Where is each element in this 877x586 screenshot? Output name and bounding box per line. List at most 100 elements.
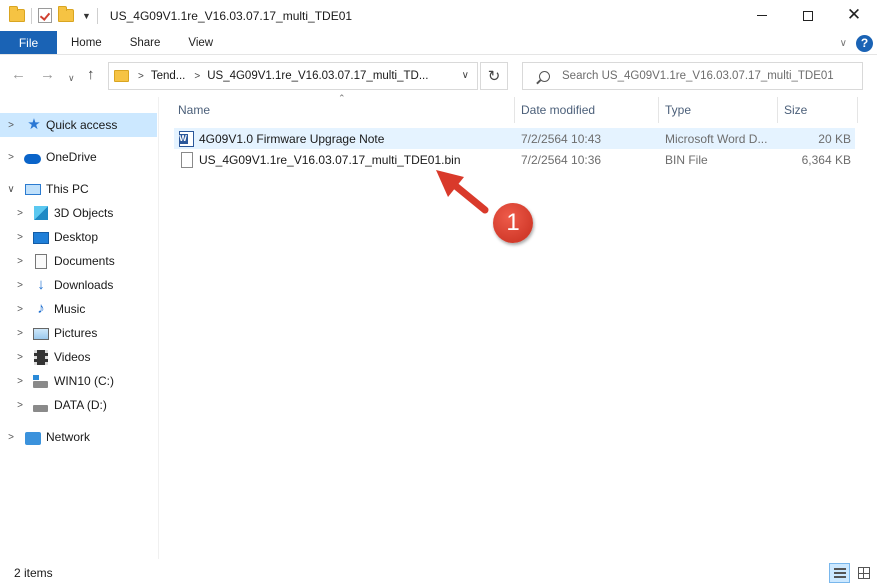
chevron-right-icon[interactable]: > xyxy=(14,376,26,387)
window-title: US_4G09V1.1re_V16.03.07.17_multi_TDE01 xyxy=(109,8,353,23)
tab-file[interactable]: File xyxy=(0,31,57,54)
minimize-icon xyxy=(757,15,767,16)
sidebar-item-desktop[interactable]: > Desktop xyxy=(0,225,157,249)
sidebar-item-this-pc[interactable]: ∨ This PC xyxy=(0,177,157,201)
chevron-down-icon[interactable]: ∨ xyxy=(5,184,17,195)
file-name: 4G09V1.0 Firmware Upgrage Note xyxy=(199,131,385,146)
chevron-right-icon[interactable]: > xyxy=(194,71,200,82)
address-bar[interactable]: > Tend... > US_4G09V1.1re_V16.03.07.17_m… xyxy=(108,62,478,90)
desktop-icon xyxy=(33,232,49,244)
chevron-right-icon[interactable]: > xyxy=(14,328,26,339)
file-type: Microsoft Word D... xyxy=(665,131,768,146)
search-placeholder: Search US_4G09V1.1re_V16.03.07.17_multi_… xyxy=(562,70,834,82)
tab-share[interactable]: Share xyxy=(116,31,175,54)
large-icons-view-button[interactable] xyxy=(853,563,874,583)
refresh-icon: ↻ xyxy=(487,67,501,85)
file-row[interactable]: 4G09V1.0 Firmware Upgrage Note 7/2/2564 … xyxy=(174,128,855,149)
sidebar-item-downloads[interactable]: > ↓ Downloads xyxy=(0,273,157,297)
column-divider[interactable] xyxy=(658,97,659,123)
chevron-right-icon[interactable]: > xyxy=(14,256,26,267)
sidebar-item-win10-drive[interactable]: > WIN10 (C:) xyxy=(0,369,157,393)
tab-view[interactable]: View xyxy=(174,31,227,54)
chevron-right-icon[interactable]: > xyxy=(5,120,17,131)
sidebar-item-label: Network xyxy=(46,430,91,444)
column-divider[interactable] xyxy=(777,97,778,123)
tab-home[interactable]: Home xyxy=(57,31,116,54)
help-icon[interactable]: ? xyxy=(856,34,873,52)
column-header-name[interactable]: Name xyxy=(178,97,513,123)
back-arrow-icon[interactable]: ← xyxy=(11,67,26,83)
details-view-icon xyxy=(833,568,846,578)
customize-toolbar-icon[interactable]: ▼ xyxy=(82,11,91,21)
sidebar-item-label: DATA (D:) xyxy=(54,398,107,412)
sidebar-item-label: Quick access xyxy=(46,118,118,132)
sidebar-item-videos[interactable]: > Videos xyxy=(0,345,157,369)
address-row: ← → ∨ ↑ > Tend... > US_4G09V1.1re_V16.03… xyxy=(0,55,877,97)
sidebar-item-label: Desktop xyxy=(54,230,99,244)
search-icon xyxy=(539,70,550,82)
sidebar-item-music[interactable]: > ♪ Music xyxy=(0,297,157,321)
window-controls: ✕ xyxy=(739,0,877,31)
document-icon xyxy=(35,253,47,269)
title-bar: ▼ US_4G09V1.1re_V16.03.07.17_multi_TDE01… xyxy=(0,0,877,31)
sidebar-item-data-drive[interactable]: > DATA (D:) xyxy=(0,393,157,417)
toolbar-separator xyxy=(96,7,98,24)
close-button[interactable]: ✕ xyxy=(831,0,877,31)
cube-icon xyxy=(34,206,48,220)
chevron-right-icon[interactable]: > xyxy=(5,152,17,163)
chevron-right-icon[interactable]: > xyxy=(14,400,26,411)
sidebar-item-label: This PC xyxy=(46,182,89,196)
file-icon-cell xyxy=(179,149,197,170)
details-view-button[interactable] xyxy=(829,563,850,583)
network-icon xyxy=(25,431,41,445)
address-dropdown-icon[interactable]: ∨ xyxy=(462,70,469,81)
download-icon: ↓ xyxy=(37,276,45,293)
column-divider[interactable] xyxy=(857,97,858,123)
sidebar-item-documents[interactable]: > Documents xyxy=(0,249,157,273)
file-row[interactable]: US_4G09V1.1re_V16.03.07.17_multi_TDE01.b… xyxy=(174,149,855,170)
column-header-date[interactable]: Date modified xyxy=(521,97,656,123)
chevron-right-icon[interactable]: > xyxy=(14,304,26,315)
refresh-button[interactable]: ↻ xyxy=(480,62,508,90)
sidebar-item-label: Videos xyxy=(54,350,91,364)
annotation-arrow xyxy=(436,170,489,214)
chevron-right-icon[interactable]: > xyxy=(138,71,144,82)
file-icon xyxy=(181,151,193,168)
chevron-right-icon[interactable]: > xyxy=(14,352,26,363)
sidebar-item-3d-objects[interactable]: > 3D Objects xyxy=(0,201,157,225)
up-arrow-icon[interactable]: ↑ xyxy=(87,67,95,83)
file-size: 20 KB xyxy=(818,131,851,146)
sidebar-item-quick-access[interactable]: > ★ Quick access xyxy=(0,113,157,137)
sidebar-item-label: OneDrive xyxy=(46,150,97,164)
quick-access-toolbar: ▼ xyxy=(0,6,98,24)
system-drive-icon xyxy=(33,375,48,388)
search-input[interactable]: Search US_4G09V1.1re_V16.03.07.17_multi_… xyxy=(522,62,863,90)
maximize-button[interactable] xyxy=(785,0,831,31)
column-header-type[interactable]: Type xyxy=(665,97,775,123)
sidebar-item-label: WIN10 (C:) xyxy=(54,374,114,388)
chevron-right-icon[interactable]: > xyxy=(5,432,17,443)
file-type: BIN File xyxy=(665,152,708,167)
breadcrumb-tenda[interactable]: Tend... xyxy=(151,70,186,82)
sidebar-item-onedrive[interactable]: > OneDrive xyxy=(0,145,157,169)
drive-icon xyxy=(33,405,48,412)
close-icon: ✕ xyxy=(846,5,862,25)
expand-ribbon-icon[interactable]: ∨ xyxy=(840,38,847,49)
forward-arrow-icon[interactable]: → xyxy=(40,67,55,83)
column-divider[interactable] xyxy=(514,97,515,123)
recent-locations-icon[interactable]: ∨ xyxy=(68,70,75,86)
properties-icon[interactable] xyxy=(38,8,52,23)
chevron-right-icon[interactable]: > xyxy=(14,280,26,291)
chevron-right-icon[interactable]: > xyxy=(14,208,26,219)
sidebar-item-label: Downloads xyxy=(54,278,114,292)
new-folder-icon[interactable] xyxy=(58,6,74,22)
pictures-icon xyxy=(33,328,49,340)
folder-icon xyxy=(114,70,129,82)
sidebar-item-network[interactable]: > Network xyxy=(0,425,157,449)
sidebar-item-label: Music xyxy=(54,302,86,316)
minimize-button[interactable] xyxy=(739,0,785,31)
chevron-right-icon[interactable]: > xyxy=(14,232,26,243)
breadcrumb-current[interactable]: US_4G09V1.1re_V16.03.07.17_multi_TD... xyxy=(207,70,428,82)
sidebar-item-pictures[interactable]: > Pictures xyxy=(0,321,157,345)
column-header-size[interactable]: Size xyxy=(784,97,854,123)
